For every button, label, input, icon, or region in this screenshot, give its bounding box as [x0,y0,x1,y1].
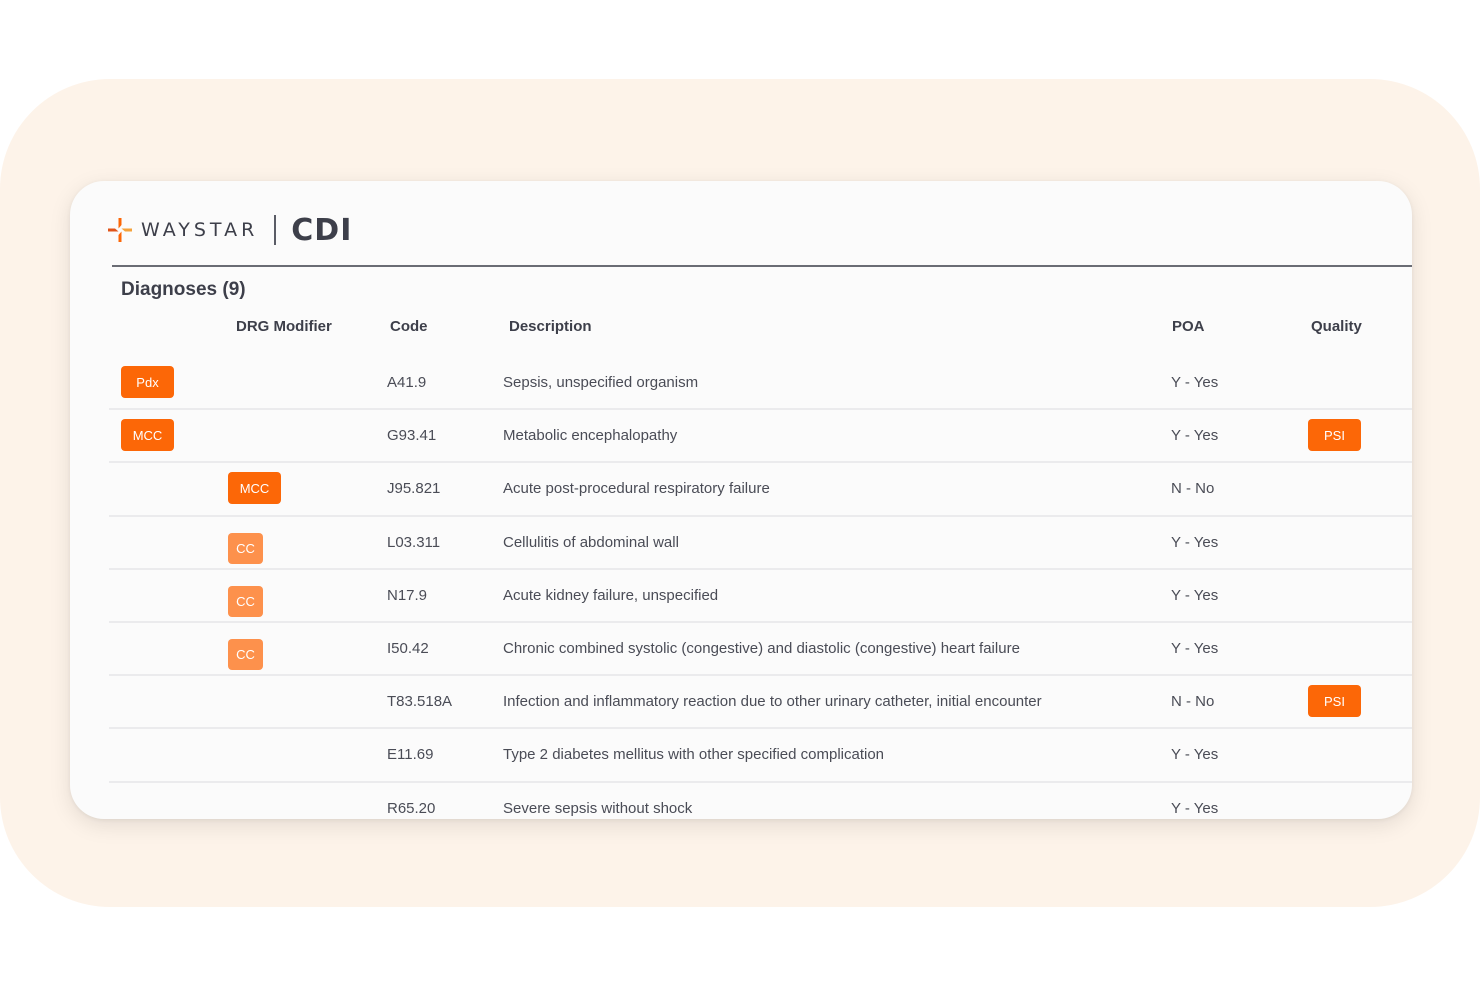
poa-value: N - No [1171,480,1215,497]
column-header-code[interactable]: Code [390,318,428,335]
poa-value: Y - Yes [1171,374,1219,391]
diagnosis-description: Sepsis, unspecified organism [503,374,699,391]
diagnosis-description: Cellulitis of abdominal wall [503,534,679,551]
poa-value: Y - Yes [1171,800,1219,817]
diagnosis-description: Acute post-procedural respiratory failur… [503,480,770,497]
column-header-drg-modifier[interactable]: DRG Modifier [236,318,332,335]
table-row[interactable]: CC N17.9 Acute kidney failure, unspecified… [109,569,1412,622]
logo-divider [274,215,277,245]
diagnosis-code: G93.41 [387,427,437,444]
drg-badge-cc: CC [228,586,263,617]
quality-badge-psi: PSI [1308,685,1361,717]
drg-badge-pdx: Pdx [121,366,174,398]
drg-badge-cc: CC [228,533,263,564]
poa-value: Y - Yes [1171,587,1219,604]
table-row[interactable]: CC L03.311 Cellulitis of abdominal wall Y -… [109,516,1412,569]
table-row[interactable]: CC I50.42 Chronic combined systolic (conge… [109,622,1412,675]
poa-value: Y - Yes [1171,427,1219,444]
drg-badge-mcc: MCC [121,419,174,451]
table-row[interactable]: MCC G93.41 Metabolic encephalopathy Y - Yes… [109,409,1412,462]
diagnosis-description: Infection and inflammatory reaction due … [503,693,1042,710]
diagnosis-description: Severe sepsis without shock [503,800,693,817]
poa-value: N - No [1171,693,1215,710]
table-row[interactable]: T83.518A Infection and inflammatory react… [109,675,1412,728]
company-name: WAYSTAR [141,219,259,241]
product-name: CDI [291,212,353,248]
diagnosis-code: N17.9 [387,587,428,604]
drg-badge-mcc: MCC [228,472,281,504]
quality-badge-psi: PSI [1308,419,1361,451]
diagnosis-description: Metabolic encephalopathy [503,427,678,444]
table-row[interactable]: E11.69 Type 2 diabetes mellitus with othe… [109,728,1412,781]
table-row[interactable]: R65.20 Severe sepsis without shock Y - Yes [109,782,1412,819]
poa-value: Y - Yes [1171,534,1219,551]
diagnosis-description: Type 2 diabetes mellitus with other spec… [503,746,885,763]
diagnosis-code: E11.69 [387,746,434,763]
cdi-card: WAYSTAR CDI Diagnoses (9) DRG Modifier C… [70,181,1412,819]
poa-value: Y - Yes [1171,746,1219,763]
diagnosis-code: J95.821 [387,480,441,497]
table-row[interactable]: Pdx A41.9 Sepsis, unspecified organism Y - … [109,356,1412,409]
brand-logo: WAYSTAR CDI [108,212,353,248]
header-divider [112,265,1412,267]
diagnosis-code: T83.518A [387,693,453,710]
table-row[interactable]: MCC J95.821 Acute post-procedural respirat… [109,462,1412,515]
section-title: Diagnoses (9) [121,279,246,300]
waystar-star-icon [108,218,132,242]
diagnosis-code: I50.42 [387,640,429,657]
diagnosis-code: R65.20 [387,800,436,817]
diagnosis-description: Acute kidney failure, unspecified [503,587,719,604]
diagnosis-code: L03.311 [387,534,441,551]
diagnosis-description: Chronic combined systolic (congestive) a… [503,640,1020,657]
column-header-quality[interactable]: Quality [1311,318,1362,335]
diagnosis-code: A41.9 [387,374,427,391]
poa-value: Y - Yes [1171,640,1219,657]
drg-badge-cc: CC [228,639,263,670]
column-header-description[interactable]: Description [509,318,592,335]
column-header-poa[interactable]: POA [1172,318,1205,335]
